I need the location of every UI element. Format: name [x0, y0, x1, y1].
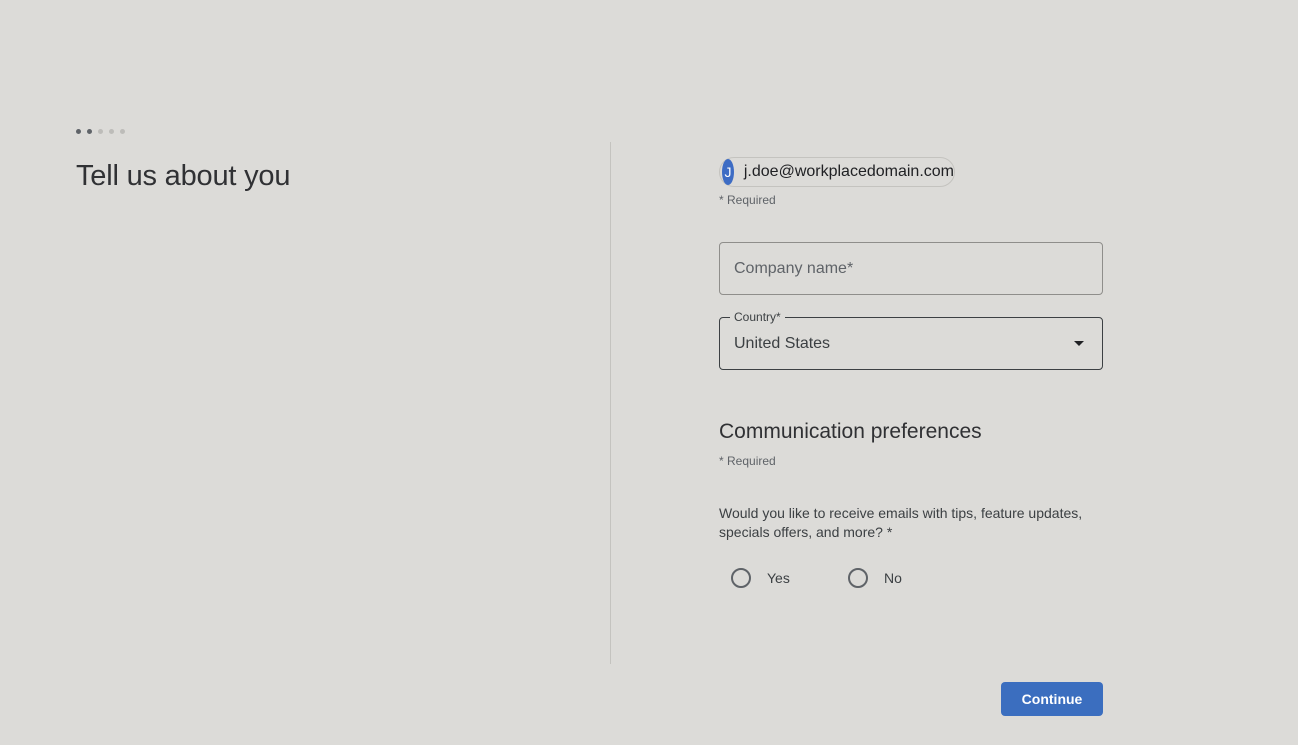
company-name-input[interactable] [734, 243, 1084, 294]
progress-dot-2 [87, 129, 92, 134]
avatar: J [722, 159, 734, 185]
country-label: Country* [730, 310, 785, 324]
progress-dot-5 [120, 129, 125, 134]
progress-dots [76, 129, 125, 134]
communication-preferences-title: Communication preferences [719, 420, 982, 443]
progress-dot-1 [76, 129, 81, 134]
radio-yes-label: Yes [767, 570, 790, 586]
column-divider [610, 142, 611, 664]
company-name-field[interactable] [719, 242, 1103, 295]
radio-no[interactable] [848, 568, 868, 588]
country-select[interactable]: Country* United States [719, 310, 1103, 370]
radio-option-yes[interactable]: Yes [731, 568, 790, 588]
page-title: Tell us about you [76, 160, 291, 192]
required-note: * Required [719, 193, 776, 207]
progress-dot-3 [98, 129, 103, 134]
radio-yes[interactable] [731, 568, 751, 588]
continue-button[interactable]: Continue [1001, 682, 1103, 716]
radio-option-no[interactable]: No [848, 568, 902, 588]
account-chip[interactable]: J j.doe@workplacedomain.com [719, 157, 955, 187]
account-email: j.doe@workplacedomain.com [743, 163, 954, 180]
radio-no-label: No [884, 570, 902, 586]
email-consent-question: Would you like to receive emails with ti… [719, 505, 1083, 540]
country-value: United States [734, 335, 831, 352]
dropdown-arrow-icon [1074, 341, 1084, 346]
progress-dot-4 [109, 129, 114, 134]
communication-required-note: * Required [719, 454, 776, 468]
